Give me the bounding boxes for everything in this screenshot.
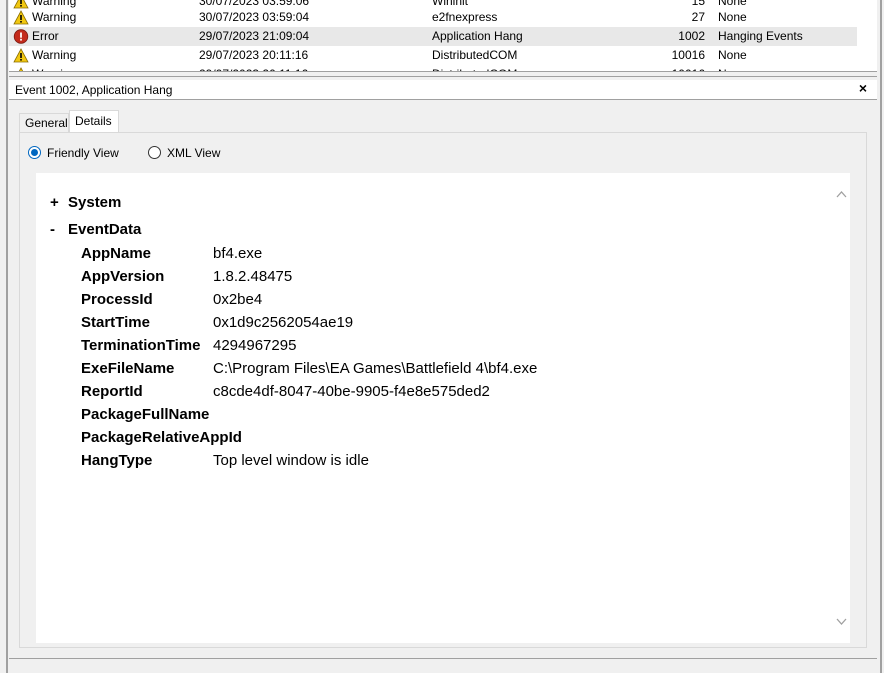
details-body: General Details Friendly View XML View +… bbox=[9, 102, 877, 658]
event-date: 30/07/2023 03:59:04 bbox=[199, 10, 310, 24]
event-task: Hanging Events bbox=[718, 29, 803, 43]
friendly-view-radio[interactable]: Friendly View bbox=[28, 145, 138, 161]
system-section-label: System bbox=[68, 194, 122, 211]
system-section[interactable]: + System bbox=[50, 194, 121, 211]
friendly-view-label: Friendly View bbox=[47, 146, 119, 160]
field-value: bf4.exe bbox=[213, 245, 263, 262]
expand-system-toggle[interactable]: + bbox=[50, 194, 68, 211]
xml-view-radio[interactable]: XML View bbox=[148, 145, 238, 161]
bottom-border bbox=[9, 658, 877, 659]
event-list: Warning 30/07/2023 03:59:06 Wininit 15 None W… bbox=[9, 0, 861, 71]
tab-general[interactable]: General bbox=[19, 113, 69, 133]
details-tab-panel: Friendly View XML View + System - EventDat… bbox=[19, 132, 867, 648]
event-task: None bbox=[718, 10, 747, 24]
radio-unselected-icon bbox=[148, 146, 161, 159]
event-task: None bbox=[718, 48, 747, 62]
eventdata-section-label: EventData bbox=[68, 221, 142, 238]
event-row[interactable]: Warning 29/07/2023 20:11:16 DistributedCOM… bbox=[9, 46, 857, 65]
event-source: Application Hang bbox=[432, 29, 523, 43]
tab-details[interactable]: Details bbox=[69, 110, 119, 134]
event-date: 29/07/2023 21:09:04 bbox=[199, 29, 310, 43]
details-title: Event 1002, Application Hang bbox=[15, 83, 173, 97]
field-key: TerminationTime bbox=[81, 337, 201, 354]
event-source: DistributedCOM bbox=[432, 48, 518, 62]
event-level: Warning bbox=[32, 48, 77, 62]
field-value: 0x2be4 bbox=[213, 291, 263, 308]
event-level: Warning bbox=[32, 10, 77, 24]
field-key: ExeFileName bbox=[81, 360, 175, 377]
field-key: PackageRelativeAppId bbox=[81, 429, 242, 446]
collapse-eventdata-toggle[interactable]: - bbox=[50, 221, 68, 238]
event-id: 10016 bbox=[671, 48, 705, 62]
frame-right-border bbox=[880, 0, 882, 673]
error-icon bbox=[13, 29, 29, 44]
eventdata-section[interactable]: - EventData bbox=[50, 221, 141, 238]
radio-selected-icon bbox=[28, 146, 41, 159]
field-value: 1.8.2.48475 bbox=[213, 268, 293, 285]
field-value: 4294967295 bbox=[213, 337, 297, 354]
field-key: HangType bbox=[81, 452, 153, 469]
scroll-down-icon[interactable] bbox=[835, 615, 848, 628]
field-key: StartTime bbox=[81, 314, 150, 331]
event-date: 29/07/2023 20:11:16 bbox=[199, 48, 309, 62]
field-value: Top level window is idle bbox=[213, 452, 369, 469]
warning-icon bbox=[13, 48, 29, 63]
field-value: 0x1d9c2562054ae19 bbox=[213, 314, 354, 331]
field-key: AppName bbox=[81, 245, 152, 262]
event-list-scrollbar[interactable] bbox=[861, 0, 877, 71]
close-details-button[interactable]: × bbox=[859, 80, 867, 96]
event-row[interactable]: Warning 30/07/2023 03:59:04 e2fnexpress 27 N… bbox=[9, 8, 857, 27]
details-scrollbar[interactable] bbox=[833, 173, 850, 643]
field-value: C:\Program Files\EA Games\Battlefield 4\… bbox=[213, 360, 538, 377]
event-viewer-frame: Warning 30/07/2023 03:59:06 Wininit 15 None W… bbox=[0, 0, 884, 673]
event-id: 1002 bbox=[678, 29, 705, 43]
event-row[interactable]: Error 29/07/2023 21:09:04 Application Hang… bbox=[9, 27, 857, 46]
friendly-view-content: + System - EventData AppName bf4.exe AppVers… bbox=[36, 173, 850, 643]
warning-icon bbox=[13, 10, 29, 25]
field-key: ReportId bbox=[81, 383, 143, 400]
event-level: Error bbox=[32, 29, 59, 43]
field-key: PackageFullName bbox=[81, 406, 210, 423]
field-value: c8cde4df-8047-40be-9905-f4e8e575ded2 bbox=[213, 383, 490, 400]
details-header: Event 1002, Application Hang × bbox=[9, 80, 877, 100]
splitter[interactable] bbox=[9, 71, 877, 77]
frame-left-border bbox=[6, 0, 8, 673]
xml-view-label: XML View bbox=[167, 146, 221, 160]
event-source: e2fnexpress bbox=[432, 10, 498, 24]
event-id: 27 bbox=[691, 10, 705, 24]
field-key: ProcessId bbox=[81, 291, 153, 308]
field-key: AppVersion bbox=[81, 268, 165, 285]
scroll-up-icon[interactable] bbox=[835, 188, 848, 201]
